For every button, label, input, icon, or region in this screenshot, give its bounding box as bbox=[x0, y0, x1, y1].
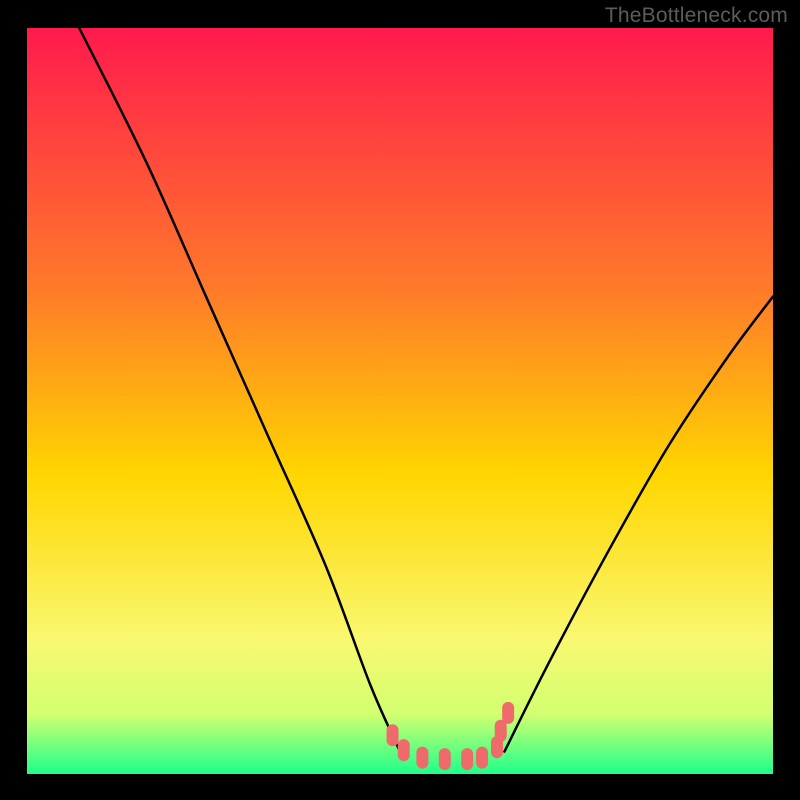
marker-sweet-spot-markers-3 bbox=[439, 748, 451, 770]
chart-svg bbox=[27, 28, 773, 774]
marker-sweet-spot-markers-5 bbox=[476, 747, 488, 769]
watermark-text: TheBottleneck.com bbox=[605, 4, 788, 28]
chart-frame: TheBottleneck.com bbox=[0, 0, 800, 800]
marker-sweet-spot-markers-2 bbox=[416, 747, 428, 769]
marker-sweet-spot-markers-7 bbox=[495, 720, 507, 742]
chart-background-gradient bbox=[27, 28, 773, 774]
marker-sweet-spot-markers-4 bbox=[461, 748, 473, 770]
marker-sweet-spot-markers-1 bbox=[398, 739, 410, 761]
chart-plot-area bbox=[27, 28, 773, 774]
marker-sweet-spot-markers-8 bbox=[502, 702, 514, 724]
marker-sweet-spot-markers-0 bbox=[387, 724, 399, 746]
